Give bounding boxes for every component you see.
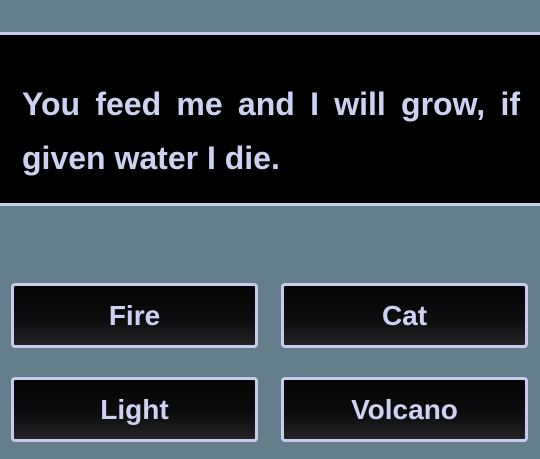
- answer-button-fire[interactable]: Fire: [11, 283, 258, 348]
- answer-button-volcano[interactable]: Volcano: [281, 377, 528, 442]
- answer-button-light[interactable]: Light: [11, 377, 258, 442]
- question-panel: You feed me and I will grow, if given wa…: [0, 32, 540, 206]
- question-text: You feed me and I will grow, if given wa…: [22, 86, 520, 176]
- answer-button-cat[interactable]: Cat: [281, 283, 528, 348]
